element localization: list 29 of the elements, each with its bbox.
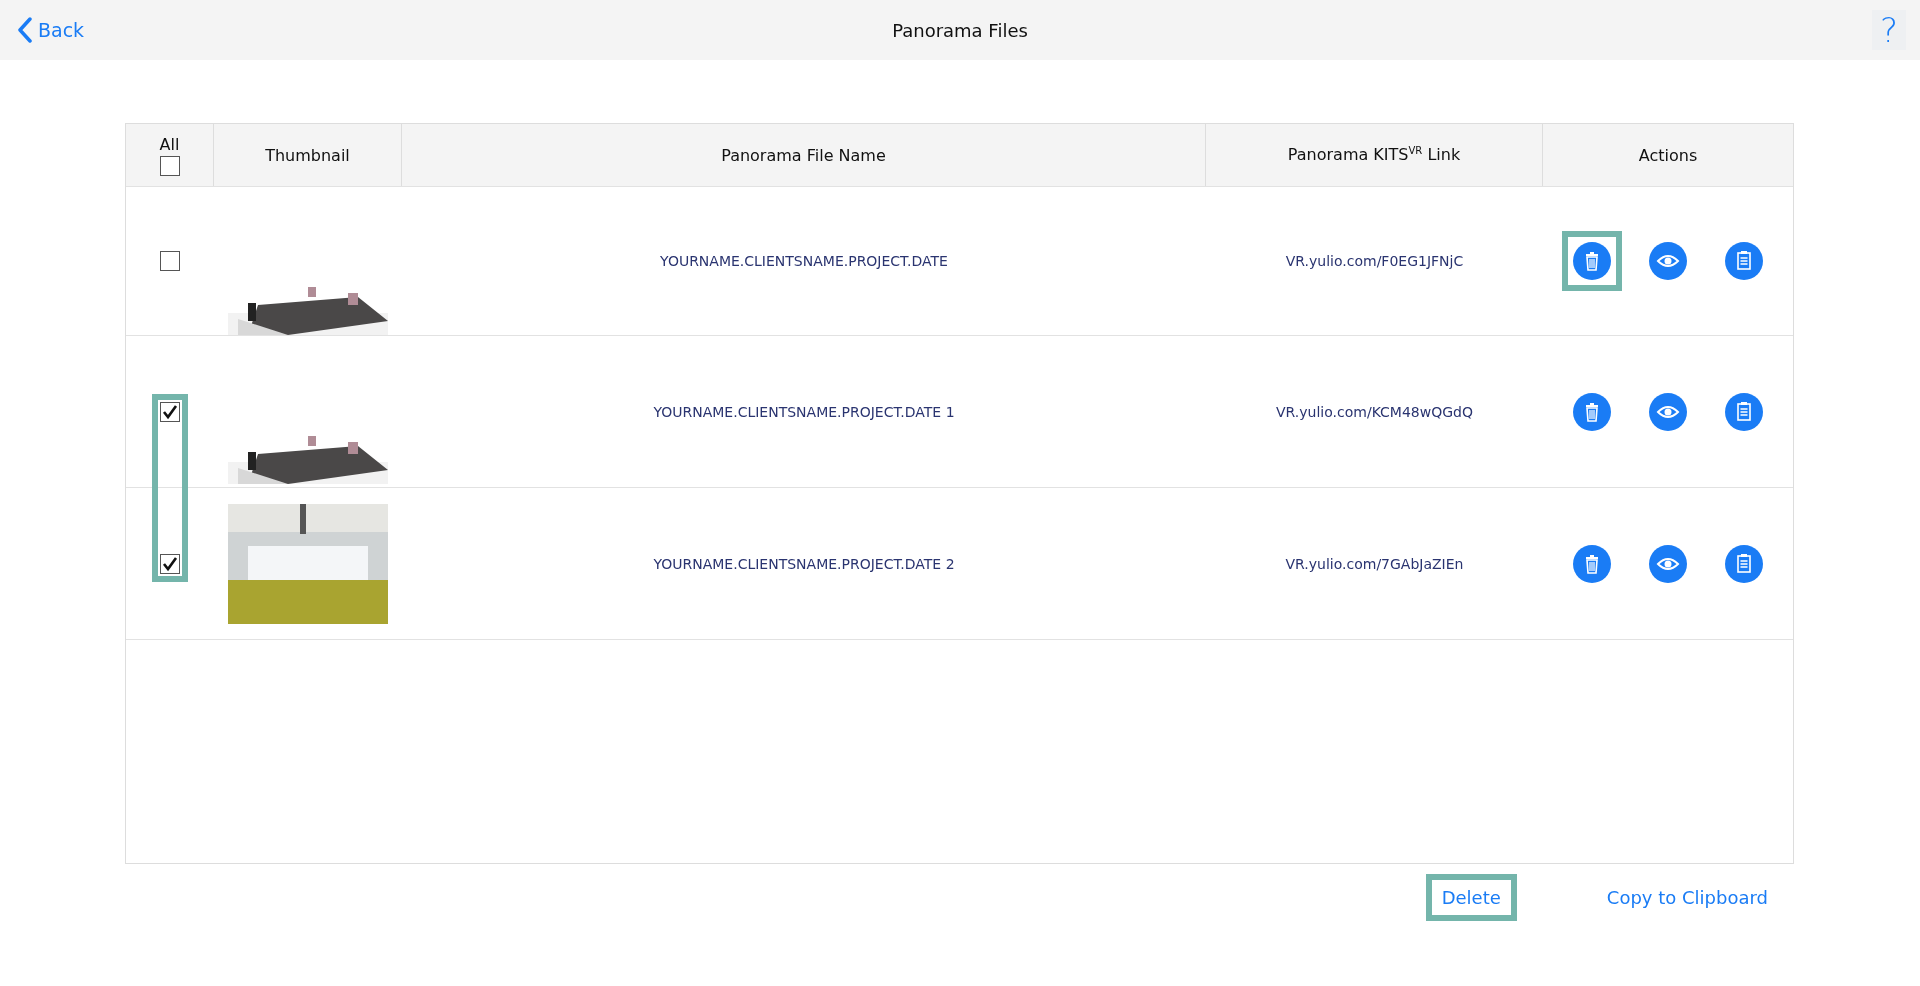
file-name: YOURNAME.CLIENTSNAME.PROJECT.DATE 2 <box>653 555 955 572</box>
checkbox[interactable] <box>160 401 180 422</box>
back-button[interactable]: Back <box>14 13 89 47</box>
column-header: Panorama File Name <box>721 145 886 165</box>
page-title: Panorama Files <box>892 19 1028 41</box>
panorama-link[interactable]: VR.yulio.com/F0EG1JFNjC <box>1285 253 1464 269</box>
file-name: YOURNAME.CLIENTSNAME.PROJECT.DATE 1 <box>653 403 955 420</box>
eye-icon[interactable] <box>1649 544 1687 583</box>
clipboard-icon[interactable] <box>1725 544 1763 583</box>
checkbox[interactable] <box>160 553 180 574</box>
trash-icon[interactable] <box>1573 392 1611 431</box>
panorama-link[interactable]: VR.yulio.com/KCM48wQGdQ <box>1276 403 1473 420</box>
chevron-left-icon <box>18 17 32 43</box>
trash-icon[interactable] <box>1573 544 1611 583</box>
clipboard-icon[interactable] <box>1725 242 1763 280</box>
help-button[interactable]: ? <box>1871 10 1906 50</box>
column-header: Panorama KITS$^{VR}$ Link <box>1287 145 1461 165</box>
clipboard-icon[interactable] <box>1725 392 1763 431</box>
select-all-label: All <box>159 134 180 154</box>
checkbox[interactable] <box>160 251 180 271</box>
checkbox[interactable] <box>159 155 180 176</box>
panorama-link[interactable]: VR.yulio.com/7GAbJaZIEn <box>1285 555 1464 572</box>
column-header: Thumbnail <box>265 145 350 165</box>
column-header: Actions <box>1638 145 1698 165</box>
file-name: YOURNAME.CLIENTSNAME.PROJECT.DATE <box>660 253 948 269</box>
eye-icon[interactable] <box>1649 392 1687 431</box>
delete-button[interactable]: Delete <box>1425 874 1517 921</box>
eye-icon[interactable] <box>1649 242 1687 280</box>
trash-icon[interactable] <box>1573 242 1611 280</box>
